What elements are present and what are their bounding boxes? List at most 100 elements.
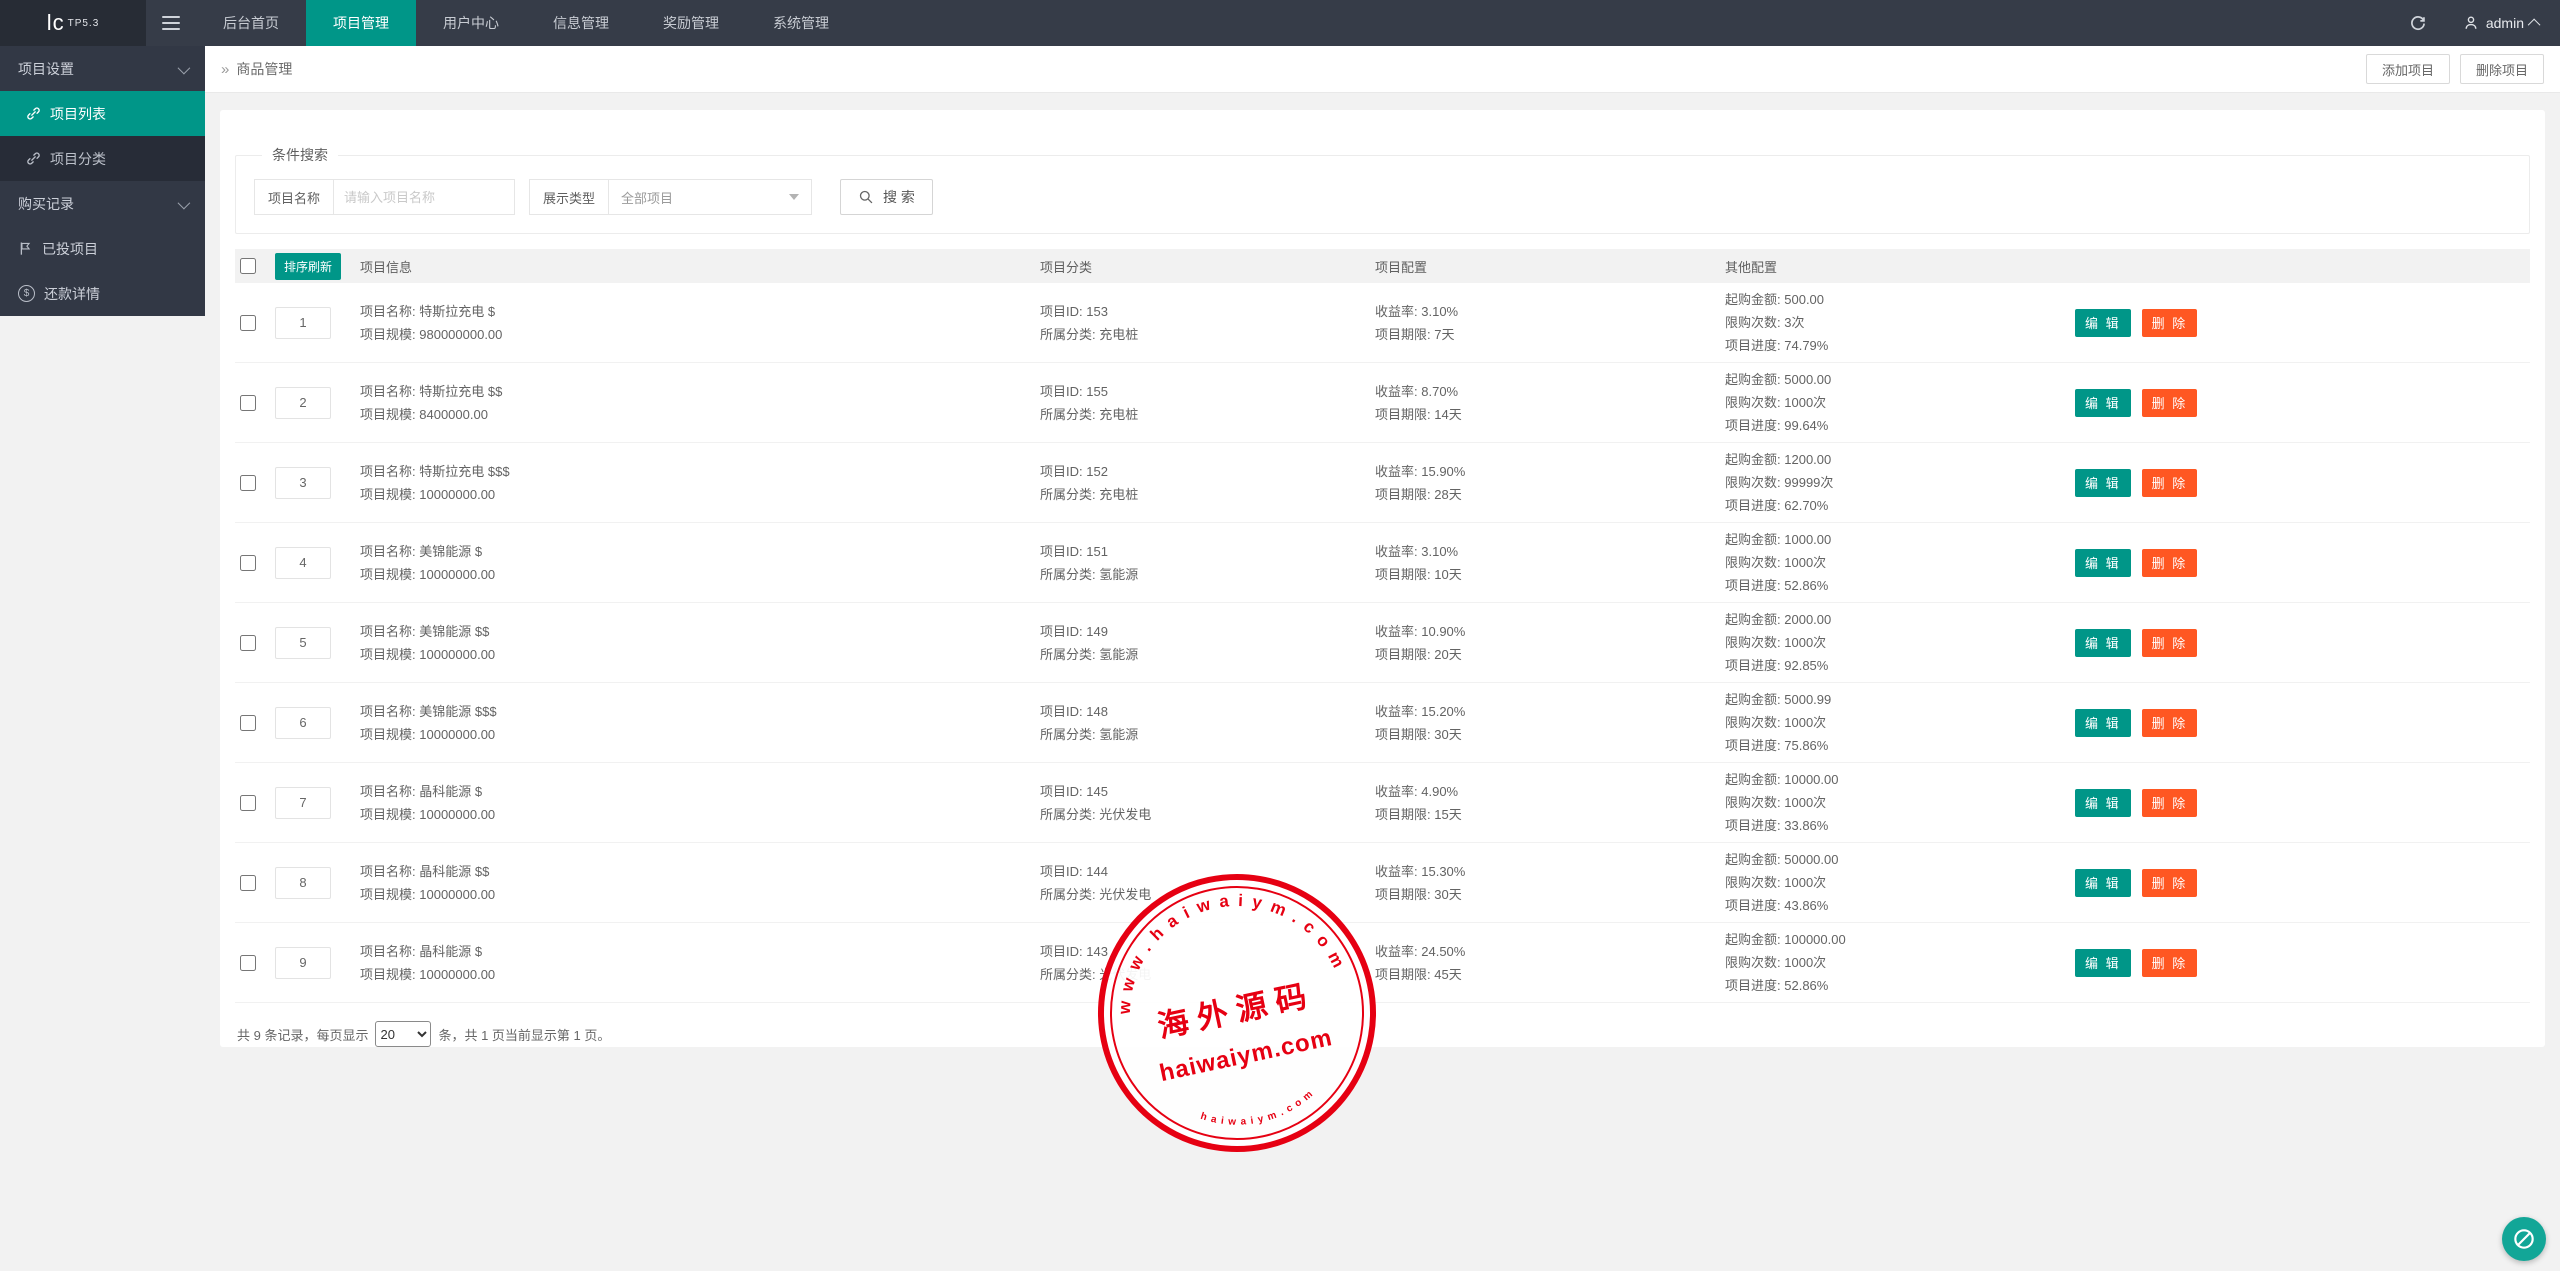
project-id: 151	[1086, 544, 1108, 559]
pagination-prefix: 共 9 条记录，每页显示	[237, 1025, 368, 1044]
project-scale: 980000000.00	[419, 327, 502, 342]
nav-item-info-management[interactable]: 信息管理	[526, 0, 636, 46]
project-name: 美锦能源 $$	[419, 624, 489, 639]
delete-button[interactable]: 删 除	[2142, 789, 2198, 817]
nav-item-project-management[interactable]: 项目管理	[306, 0, 416, 46]
sidebar-item-repayment-details[interactable]: $ 还款详情	[0, 271, 205, 316]
project-category: 光伏发电	[1099, 887, 1151, 902]
nav-item-user-center[interactable]: 用户中心	[416, 0, 526, 46]
person-icon	[2463, 15, 2479, 31]
row-checkbox[interactable]	[240, 395, 256, 411]
main-content: 条件搜索 项目名称 展示类型 全部项目 搜 索	[205, 93, 2560, 1271]
edit-button[interactable]: 编 辑	[2075, 469, 2131, 497]
edit-button[interactable]: 编 辑	[2075, 309, 2131, 337]
sort-input[interactable]	[275, 467, 331, 499]
project-rate: 15.30%	[1421, 864, 1465, 879]
project-category: 充电桩	[1099, 327, 1138, 342]
username: admin	[2486, 15, 2524, 31]
delete-button[interactable]: 删 除	[2142, 469, 2198, 497]
project-period: 20天	[1434, 647, 1461, 662]
refresh-button[interactable]	[2393, 0, 2443, 46]
project-min-amount: 1200.00	[1784, 452, 1831, 467]
table-row: 项目名称: 特斯拉充电 $$ 项目规模: 8400000.00 项目ID: 15…	[235, 363, 2530, 443]
delete-project-button[interactable]: 删除项目	[2460, 54, 2544, 84]
sidebar-item-invested-projects[interactable]: 已投项目	[0, 226, 205, 271]
table-row: 项目名称: 美锦能源 $$ 项目规模: 10000000.00 项目ID: 14…	[235, 603, 2530, 683]
sidebar-item-project-list[interactable]: 项目列表	[0, 91, 205, 136]
edit-button[interactable]: 编 辑	[2075, 949, 2131, 977]
project-progress: 62.70%	[1784, 498, 1828, 513]
delete-button[interactable]: 删 除	[2142, 549, 2198, 577]
sort-input[interactable]	[275, 547, 331, 579]
search-icon	[858, 189, 874, 205]
row-checkbox[interactable]	[240, 475, 256, 491]
delete-button[interactable]: 删 除	[2142, 709, 2198, 737]
delete-button[interactable]: 删 除	[2142, 309, 2198, 337]
edit-button[interactable]: 编 辑	[2075, 789, 2131, 817]
search-button[interactable]: 搜 索	[840, 179, 933, 215]
row-checkbox[interactable]	[240, 795, 256, 811]
per-page-select[interactable]: 20	[375, 1021, 431, 1047]
delete-button[interactable]: 删 除	[2142, 869, 2198, 897]
project-purchase-limit: 1000次	[1784, 395, 1826, 410]
sort-input[interactable]	[275, 707, 331, 739]
page-title: 商品管理	[236, 59, 292, 79]
project-id: 144	[1086, 864, 1108, 879]
row-checkbox[interactable]	[240, 715, 256, 731]
sort-refresh-badge[interactable]: 排序刷新	[275, 253, 341, 280]
row-checkbox[interactable]	[240, 635, 256, 651]
project-category: 光伏发电	[1099, 807, 1151, 822]
sidebar-item-project-category[interactable]: 项目分类	[0, 136, 205, 181]
sort-input[interactable]	[275, 867, 331, 899]
content-card: 条件搜索 项目名称 展示类型 全部项目 搜 索	[220, 110, 2545, 1047]
delete-button[interactable]: 删 除	[2142, 949, 2198, 977]
project-progress: 74.79%	[1784, 338, 1828, 353]
edit-button[interactable]: 编 辑	[2075, 549, 2131, 577]
table-row: 项目名称: 特斯拉充电 $$$ 项目规模: 10000000.00 项目ID: …	[235, 443, 2530, 523]
sort-input[interactable]	[275, 307, 331, 339]
nav-item-home[interactable]: 后台首页	[196, 0, 306, 46]
add-project-button[interactable]: 添加项目	[2366, 54, 2450, 84]
display-type-select[interactable]: 全部项目	[609, 179, 812, 215]
sort-input[interactable]	[275, 787, 331, 819]
table-row: 项目名称: 美锦能源 $$$ 项目规模: 10000000.00 项目ID: 1…	[235, 683, 2530, 763]
user-menu[interactable]: admin	[2443, 0, 2560, 46]
fab-button[interactable]	[2502, 1217, 2546, 1261]
sort-input[interactable]	[275, 947, 331, 979]
header-project-config: 项目配置	[1375, 257, 1725, 276]
edit-button[interactable]: 编 辑	[2075, 389, 2131, 417]
table-row: 项目名称: 晶科能源 $$ 项目规模: 10000000.00 项目ID: 14…	[235, 843, 2530, 923]
edit-button[interactable]: 编 辑	[2075, 629, 2131, 657]
project-rate: 3.10%	[1421, 304, 1458, 319]
project-min-amount: 5000.99	[1784, 692, 1831, 707]
sidebar-group-purchase-records[interactable]: 购买记录	[0, 181, 205, 226]
edit-button[interactable]: 编 辑	[2075, 869, 2131, 897]
row-checkbox[interactable]	[240, 955, 256, 971]
display-type-group: 展示类型 全部项目	[529, 179, 812, 215]
row-checkbox[interactable]	[240, 315, 256, 331]
nav-item-reward-management[interactable]: 奖励管理	[636, 0, 746, 46]
sidebar-group-project-settings[interactable]: 项目设置	[0, 46, 205, 91]
delete-button[interactable]: 删 除	[2142, 629, 2198, 657]
project-name-label: 项目名称	[254, 179, 334, 215]
flag-icon	[18, 241, 33, 256]
link-icon	[26, 106, 41, 121]
sort-input[interactable]	[275, 387, 331, 419]
chevron-down-icon	[178, 61, 191, 74]
project-name-input[interactable]	[334, 179, 515, 215]
pagination-suffix: 条，共 1 页当前显示第 1 页。	[438, 1025, 610, 1044]
select-all-checkbox[interactable]	[240, 258, 256, 274]
project-min-amount: 1000.00	[1784, 532, 1831, 547]
delete-button[interactable]: 删 除	[2142, 389, 2198, 417]
edit-button[interactable]: 编 辑	[2075, 709, 2131, 737]
row-checkbox[interactable]	[240, 875, 256, 891]
nav-item-system-management[interactable]: 系统管理	[746, 0, 856, 46]
hamburger-icon[interactable]	[146, 0, 196, 46]
slash-circle-icon	[2511, 1226, 2537, 1252]
project-category: 光伏发电	[1099, 967, 1151, 982]
project-scale: 10000000.00	[419, 727, 495, 742]
row-checkbox[interactable]	[240, 555, 256, 571]
project-purchase-limit: 1000次	[1784, 795, 1826, 810]
sort-input[interactable]	[275, 627, 331, 659]
project-scale: 10000000.00	[419, 487, 495, 502]
